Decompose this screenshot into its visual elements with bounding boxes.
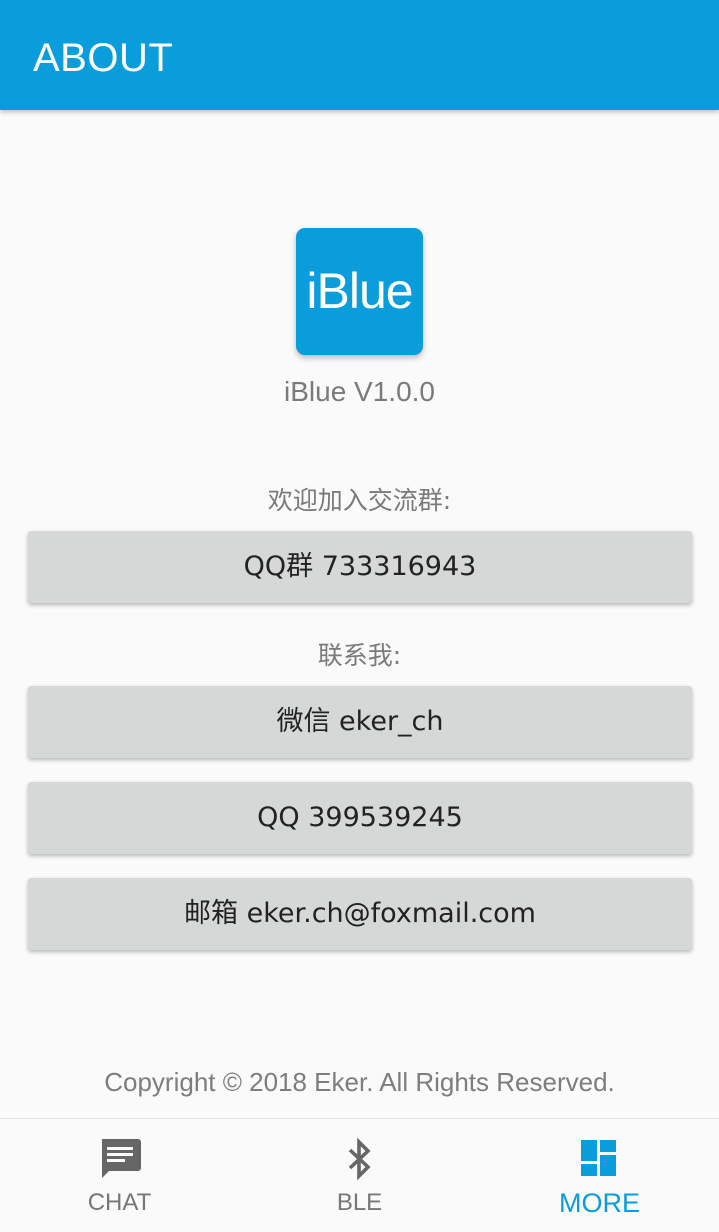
- wechat-button[interactable]: 微信 eker_ch: [28, 686, 692, 758]
- qq-button[interactable]: QQ 399539245: [28, 782, 692, 854]
- contact-section-label: 联系我:: [317, 641, 402, 670]
- nav-item-more[interactable]: MORE: [480, 1119, 719, 1232]
- page-title: ABOUT: [33, 36, 174, 80]
- app-logo: iBlue: [296, 228, 423, 355]
- dashboard-icon: [578, 1137, 622, 1181]
- email-button[interactable]: 邮箱 eker.ch@foxmail.com: [28, 878, 692, 950]
- app-version: iBlue V1.0.0: [284, 376, 435, 407]
- chat-icon: [98, 1137, 142, 1181]
- nav-item-ble[interactable]: BLE: [240, 1119, 479, 1232]
- qq-group-button[interactable]: QQ群 733316943: [28, 531, 692, 603]
- nav-label-ble: BLE: [336, 1189, 383, 1216]
- bottom-nav: CHAT BLE MORE: [0, 1118, 719, 1232]
- nav-item-chat[interactable]: CHAT: [0, 1119, 239, 1232]
- copyright-text: Copyright © 2018 Eker. All Rights Reserv…: [104, 1067, 615, 1097]
- nav-label-more: MORE: [559, 1188, 640, 1218]
- bluetooth-icon: [338, 1137, 382, 1181]
- group-section-label: 欢迎加入交流群:: [267, 486, 452, 515]
- nav-label-chat: CHAT: [87, 1189, 152, 1216]
- app-bar: ABOUT: [0, 0, 719, 110]
